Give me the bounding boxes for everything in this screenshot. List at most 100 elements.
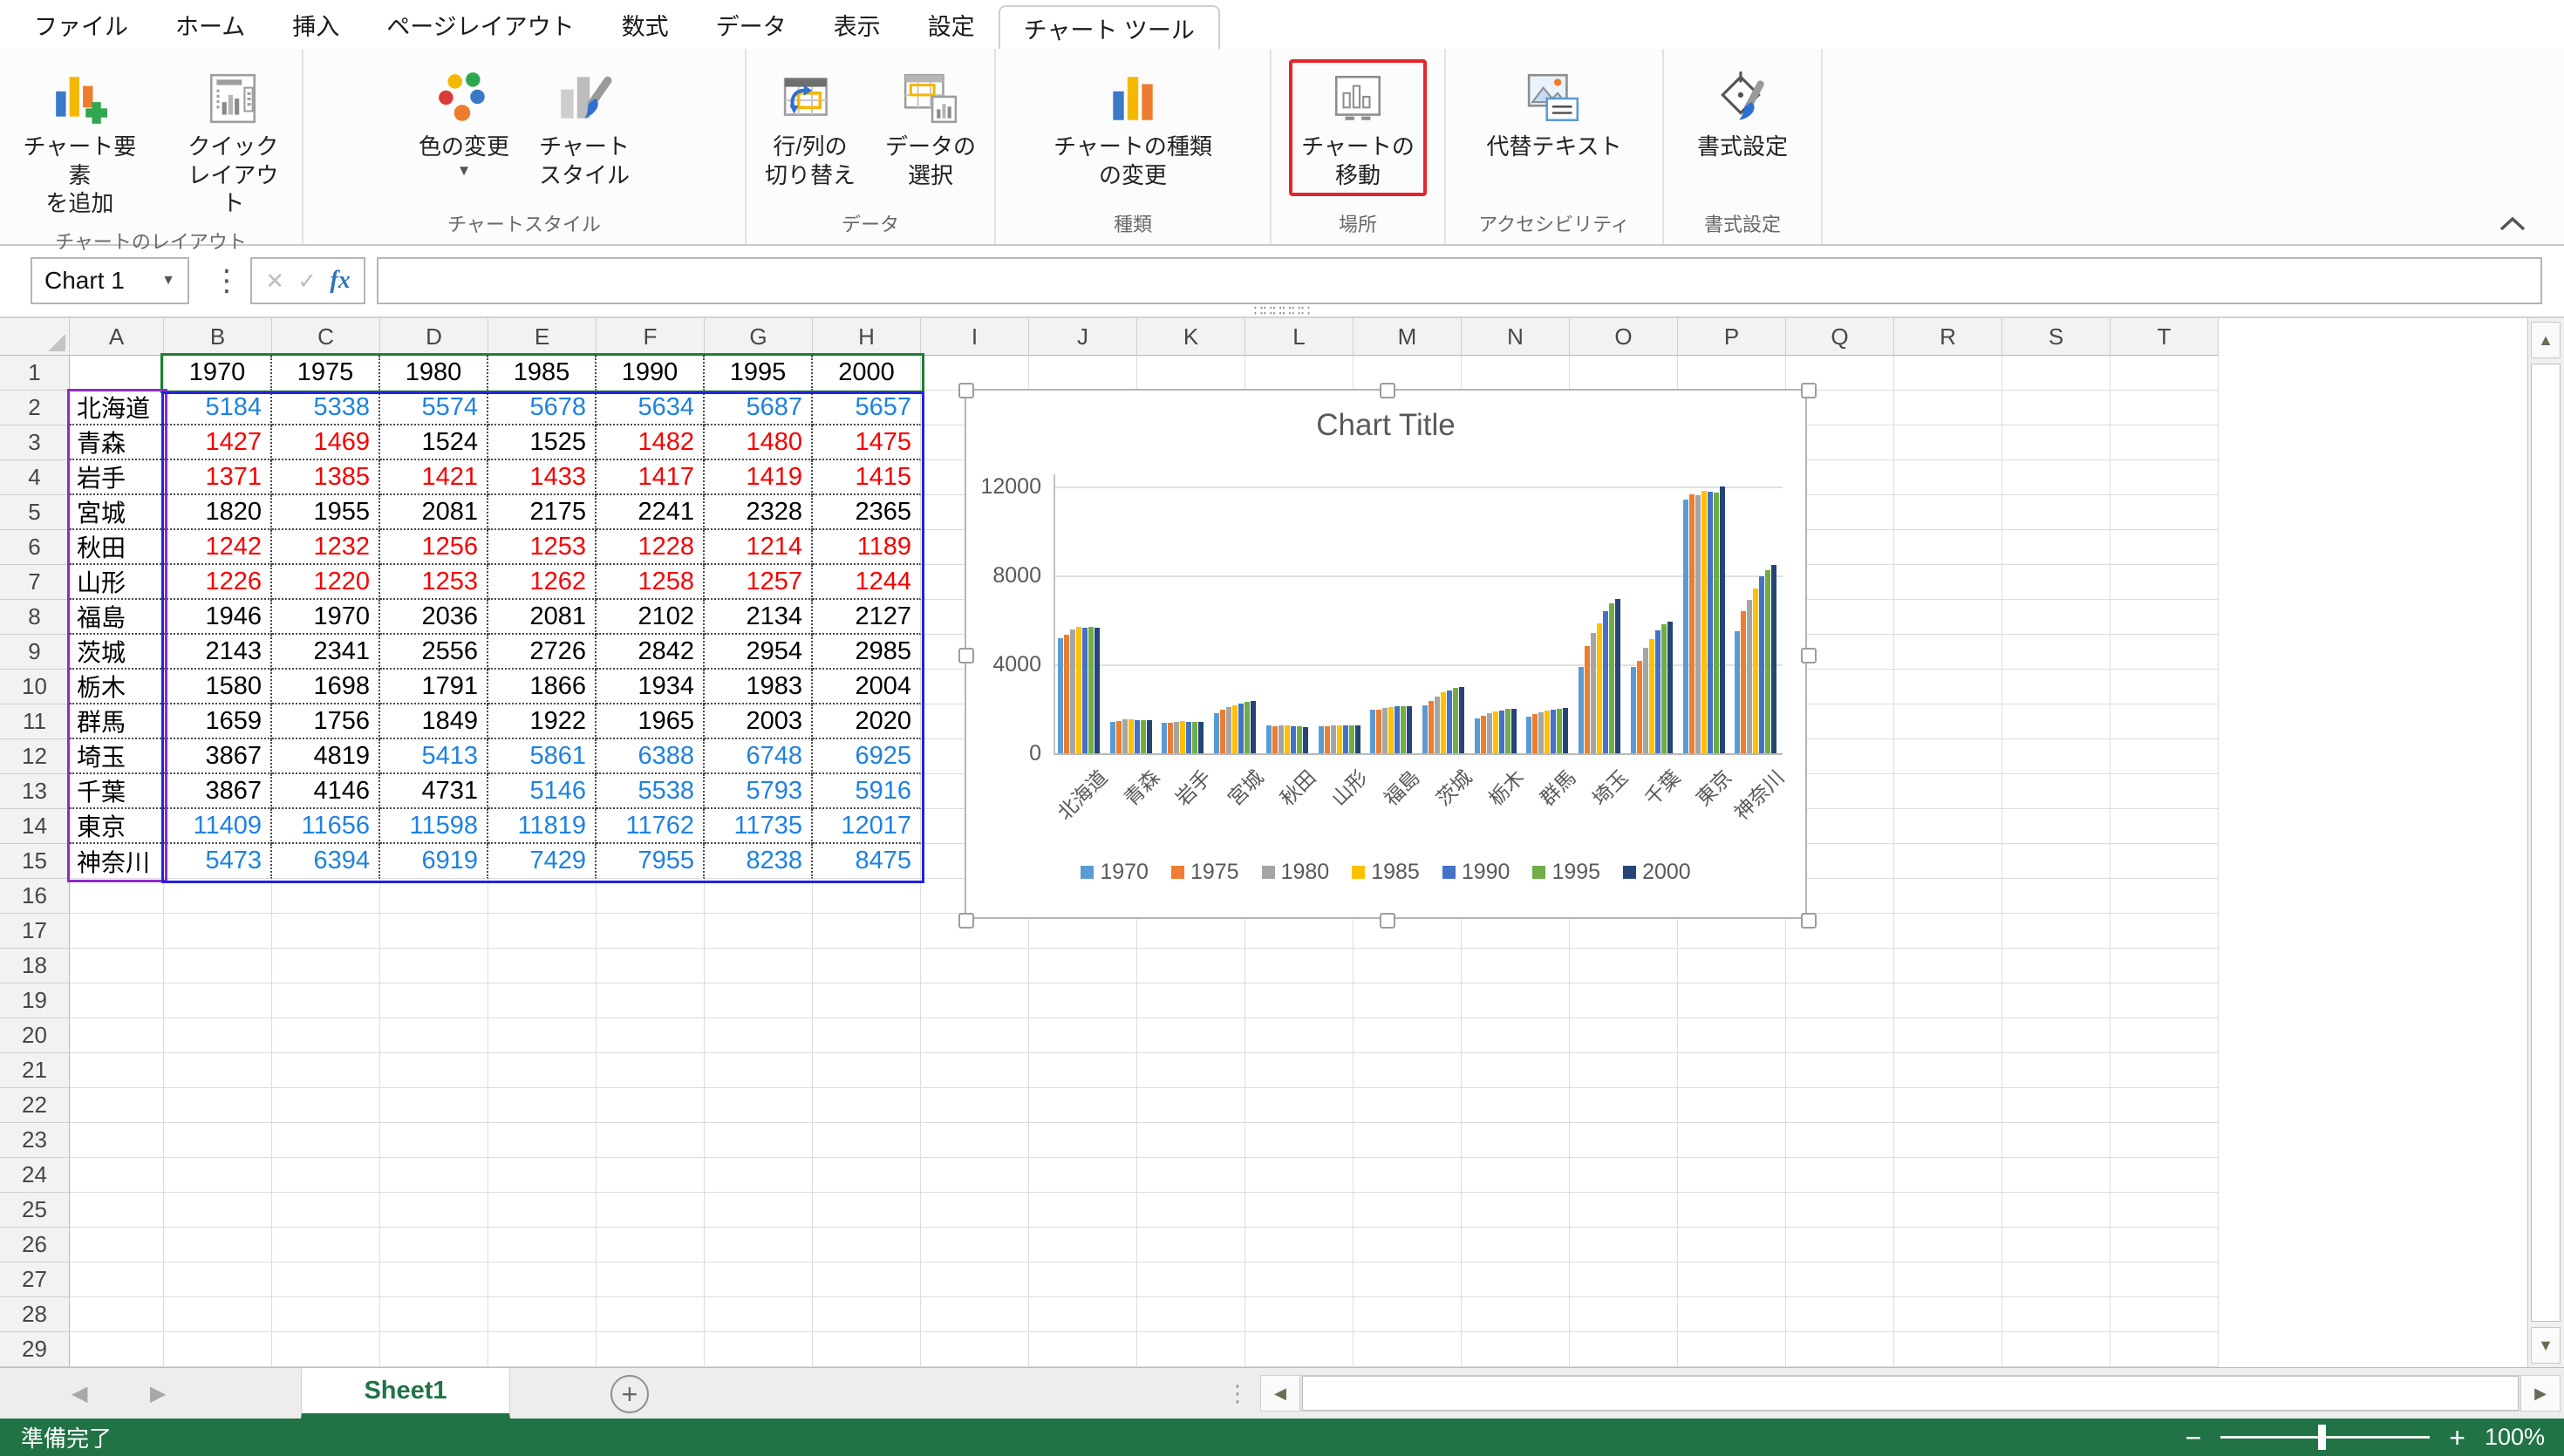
vertical-scrollbar[interactable]: ▲ ▼ (2527, 318, 2564, 1367)
cell[interactable] (1354, 1158, 1462, 1193)
cell[interactable]: 2127 (813, 600, 921, 635)
cell[interactable]: 1980 (380, 356, 488, 391)
row-header-8[interactable]: 8 (0, 600, 70, 635)
cell[interactable]: 6919 (380, 844, 488, 879)
cell[interactable] (2111, 565, 2219, 600)
horizontal-scrollbar[interactable]: ◀ ▶ (1260, 1375, 2561, 1412)
cell[interactable]: 5184 (164, 391, 272, 425)
cell[interactable] (1462, 1088, 1570, 1123)
col-header-N[interactable]: N (1462, 318, 1570, 356)
cell[interactable]: 1922 (488, 704, 597, 739)
select-all-corner[interactable] (0, 318, 70, 356)
cell[interactable] (380, 983, 488, 1018)
col-header-H[interactable]: H (813, 318, 921, 356)
cell[interactable] (921, 1088, 1029, 1123)
cell[interactable] (1029, 1193, 1137, 1228)
cell[interactable] (1354, 1053, 1462, 1088)
cell[interactable] (597, 914, 705, 949)
cell[interactable] (70, 1018, 164, 1053)
cell[interactable] (1894, 425, 2002, 460)
chart-selection-handle[interactable] (958, 648, 974, 663)
cell[interactable] (2111, 600, 2219, 635)
fx-icon[interactable]: fx (330, 267, 350, 295)
cell[interactable] (380, 1123, 488, 1158)
cell[interactable]: 2036 (380, 600, 488, 635)
cell[interactable] (2111, 460, 2219, 495)
cell[interactable] (380, 879, 488, 914)
cell[interactable] (70, 914, 164, 949)
cell[interactable] (1245, 1193, 1354, 1228)
cell[interactable] (380, 1158, 488, 1193)
horizontal-scrollbar-thumb[interactable] (1302, 1376, 2519, 1411)
cell[interactable]: 1244 (813, 565, 921, 600)
col-header-A[interactable]: A (70, 318, 164, 356)
cell[interactable] (488, 1228, 597, 1262)
row-header-20[interactable]: 20 (0, 1018, 70, 1053)
cell[interactable] (1894, 1123, 2002, 1158)
cell[interactable]: 1228 (597, 530, 705, 565)
cell[interactable] (705, 949, 813, 983)
cell[interactable] (1245, 1158, 1354, 1193)
cell[interactable] (2111, 1018, 2219, 1053)
cell[interactable] (272, 1018, 380, 1053)
cell[interactable]: 2081 (380, 495, 488, 530)
cell[interactable] (1894, 983, 2002, 1018)
cell[interactable]: 6925 (813, 739, 921, 774)
cell[interactable] (1137, 1262, 1245, 1297)
menu-tab-9[interactable]: チャート ツール (999, 5, 1220, 49)
cell[interactable] (597, 1297, 705, 1332)
row-header-6[interactable]: 6 (0, 530, 70, 565)
cell[interactable] (1137, 914, 1245, 949)
cell[interactable] (1894, 670, 2002, 704)
cell[interactable] (70, 356, 164, 391)
cell[interactable] (2002, 635, 2111, 670)
row-header-22[interactable]: 22 (0, 1088, 70, 1123)
cell[interactable] (1786, 1332, 1894, 1367)
cell[interactable]: 11409 (164, 809, 272, 844)
cell[interactable] (1786, 1297, 1894, 1332)
cell[interactable] (1462, 914, 1570, 949)
cell[interactable] (1894, 1158, 2002, 1193)
cell[interactable] (1462, 356, 1570, 391)
resize-grip-dots[interactable]: ∷∷∷∷∷∷ (1254, 303, 1311, 318)
cell[interactable] (164, 1088, 272, 1123)
cell[interactable] (488, 1262, 597, 1297)
cell[interactable]: 5861 (488, 739, 597, 774)
row-header-16[interactable]: 16 (0, 879, 70, 914)
cell[interactable] (2002, 809, 2111, 844)
cell[interactable] (1678, 1297, 1786, 1332)
cell[interactable]: 11819 (488, 809, 597, 844)
row-header-17[interactable]: 17 (0, 914, 70, 949)
cell[interactable] (705, 1088, 813, 1123)
menu-tab-5[interactable]: 数式 (598, 0, 692, 49)
cell[interactable]: 2365 (813, 495, 921, 530)
cell[interactable] (2111, 739, 2219, 774)
cell[interactable] (1137, 1228, 1245, 1262)
menu-tab-4[interactable]: ページレイアウト (363, 0, 597, 49)
cancel-icon[interactable]: ✕ (265, 268, 284, 295)
formula-input[interactable] (377, 257, 2542, 304)
cell[interactable] (380, 949, 488, 983)
cell[interactable] (2111, 1297, 2219, 1332)
cell[interactable] (2111, 635, 2219, 670)
cell[interactable] (272, 1053, 380, 1088)
cell[interactable] (813, 1088, 921, 1123)
cell[interactable] (921, 356, 1029, 391)
cell[interactable]: 7429 (488, 844, 597, 879)
cell[interactable] (1137, 1088, 1245, 1123)
cell[interactable]: 山形 (70, 565, 164, 600)
cell[interactable]: 1421 (380, 460, 488, 495)
col-header-R[interactable]: R (1894, 318, 2002, 356)
cell[interactable] (1137, 356, 1245, 391)
cell[interactable] (1894, 1053, 2002, 1088)
cell[interactable] (705, 1053, 813, 1088)
cell[interactable] (2002, 530, 2111, 565)
cell[interactable] (488, 1193, 597, 1228)
cell[interactable] (1462, 1158, 1570, 1193)
col-header-C[interactable]: C (272, 318, 380, 356)
cell[interactable]: 2143 (164, 635, 272, 670)
cell[interactable] (1137, 1193, 1245, 1228)
cell[interactable] (164, 1297, 272, 1332)
cell[interactable] (1894, 809, 2002, 844)
cell[interactable] (813, 1262, 921, 1297)
